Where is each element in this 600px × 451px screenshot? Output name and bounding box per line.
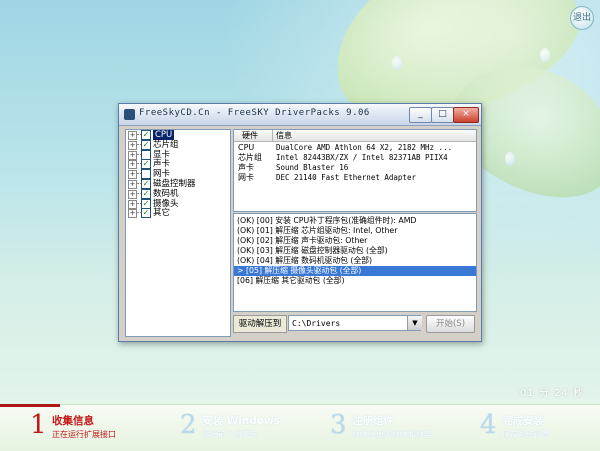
tree-item[interactable]: + ✓ 其它 xyxy=(126,208,230,219)
tree-item-label: 数码机 xyxy=(153,188,179,199)
hardware-type: 声卡 xyxy=(238,163,254,172)
expand-icon[interactable]: + xyxy=(128,160,137,170)
hardware-detail: Intel 82443BX/ZX / Intel 82371AB PIIX4 xyxy=(276,153,448,162)
expand-icon[interactable]: + xyxy=(128,199,137,209)
app-icon xyxy=(124,109,135,120)
log-line[interactable]: (OK) [04] 解压缩 数码机驱动包 (全部) xyxy=(234,256,476,266)
tree-item-label: 芯片组 xyxy=(153,139,179,150)
column-header-info[interactable]: 信息 xyxy=(276,130,292,141)
step-collect-info: 1 收集信息 正在运行扩展接口 xyxy=(30,410,170,446)
hardware-detail: Sound Blaster 16 xyxy=(276,163,349,172)
step-number: 2 xyxy=(180,410,197,440)
tree-item-label: 其它 xyxy=(153,208,171,219)
progress-indicator xyxy=(0,404,60,407)
step-number: 3 xyxy=(330,410,347,440)
tree-item[interactable]: + 网卡 xyxy=(126,169,230,180)
exit-button[interactable]: 退出 xyxy=(570,6,594,30)
checkbox[interactable]: ✓ xyxy=(141,159,151,170)
checkbox[interactable]: ✓ xyxy=(141,130,151,140)
checkbox[interactable]: ✓ xyxy=(141,178,151,189)
step-subtitle: 组件注册的组件和服务 xyxy=(352,430,432,439)
checkbox[interactable]: ✓ xyxy=(141,139,151,150)
hardware-type: 网卡 xyxy=(238,173,254,182)
expand-icon[interactable]: + xyxy=(128,150,137,160)
step-subtitle: 正在运行扩展接口 xyxy=(52,430,116,439)
step-title: 注册组件 xyxy=(352,415,394,427)
tree-item[interactable]: + ✓ CPU xyxy=(126,130,230,140)
checkbox[interactable]: ✓ xyxy=(141,208,151,219)
unpack-label: 驱动解压到 xyxy=(233,315,287,333)
window-title: FreeSkyCD.Cn - FreeSKY DriverPacks 9.06 xyxy=(139,108,370,118)
expand-icon[interactable]: + xyxy=(128,209,137,219)
checkbox[interactable]: ✓ xyxy=(141,198,151,209)
expand-icon[interactable]: + xyxy=(128,140,137,150)
start-button[interactable]: 开始(S) xyxy=(426,315,475,333)
tree-item[interactable]: + ✓ 声卡 xyxy=(126,159,230,170)
tree-item-label: 网卡 xyxy=(153,169,171,180)
hardware-detail: DEC 21140 Fast Ethernet Adapter xyxy=(276,173,416,182)
checkbox[interactable]: ✓ xyxy=(141,188,151,199)
hardware-detail: DualCore AMD Athlon 64 X2, 2182 MHz ... xyxy=(276,143,453,152)
log-line[interactable]: (OK) [03] 解压缩 磁盘控制器驱动包 (全部) xyxy=(234,246,476,256)
minimize-button[interactable]: _ xyxy=(409,107,432,123)
tree-item-label: CPU xyxy=(153,130,175,140)
checkbox[interactable] xyxy=(141,169,151,180)
tree-item-label: 声卡 xyxy=(153,159,171,170)
driverpacks-window: FreeSkyCD.Cn - FreeSKY DriverPacks 9.06 … xyxy=(118,103,482,342)
step-number: 1 xyxy=(30,410,47,440)
expand-icon[interactable]: + xyxy=(128,189,137,199)
log-line[interactable]: (OK) [01] 解压缩 芯片组驱动包: Intel, Other xyxy=(234,226,476,236)
checkbox[interactable] xyxy=(141,149,151,160)
tree-item[interactable]: + ✓ 摄像头 xyxy=(126,198,230,209)
step-title: 收集信息 xyxy=(52,415,94,427)
log-line[interactable]: (OK) [02] 解压缩 声卡驱动包: Other xyxy=(234,236,476,246)
tree-item[interactable]: + ✓ 数码机 xyxy=(126,188,230,199)
log-line[interactable]: (OK) [00] 安装 CPU补丁程序包(准确组件时): AMD xyxy=(234,216,476,226)
step-title: 安装 Windows xyxy=(202,415,280,427)
maximize-button[interactable]: □ xyxy=(431,107,454,123)
task-log-list[interactable]: (OK) [00] 安装 CPU补丁程序包(准确组件时): AMD (OK) [0… xyxy=(233,213,477,312)
expand-icon[interactable]: + xyxy=(128,170,137,180)
step-register-components: 3 注册组件 组件注册的组件和服务 xyxy=(330,410,470,446)
log-line[interactable]: > [05] 解压缩 摄像头驱动包 (全部) xyxy=(234,266,476,276)
hardware-type: 芯片组 xyxy=(238,153,262,162)
tree-item-label: 磁盘控制器 xyxy=(153,178,196,189)
column-header-hardware[interactable]: 硬件 xyxy=(242,130,258,141)
step-title: 完成安装 xyxy=(502,415,544,427)
expand-icon[interactable]: + xyxy=(128,131,137,140)
tree-item[interactable]: + 显卡 xyxy=(126,149,230,160)
info-row[interactable]: 声卡 Sound Blaster 16 xyxy=(234,163,476,173)
unpack-path-input[interactable]: C:\Drivers xyxy=(288,315,421,331)
step-finish-install: 4 完成安装 保存系统设置 xyxy=(480,410,595,446)
info-header: 硬件 信息 xyxy=(234,130,476,142)
unpack-row: 驱动解压到 C:\Drivers ▼ 开始(S) xyxy=(233,314,475,335)
info-row[interactable]: CPU DualCore AMD Athlon 64 X2, 2182 MHz .… xyxy=(234,143,476,153)
info-row[interactable]: 芯片组 Intel 82443BX/ZX / Intel 82371AB PIIX… xyxy=(234,153,476,163)
expand-icon[interactable]: + xyxy=(128,179,137,189)
step-subtitle: 保存系统设置 xyxy=(502,430,550,439)
log-line[interactable]: [06] 解压缩 其它驱动包 (全部) xyxy=(234,276,476,286)
info-row[interactable]: 网卡 DEC 21140 Fast Ethernet Adapter xyxy=(234,173,476,183)
tree-item[interactable]: + ✓ 芯片组 xyxy=(126,139,230,150)
hardware-info-list: 硬件 信息 CPU DualCore AMD Athlon 64 X2, 2182… xyxy=(233,129,477,212)
step-install-windows: 2 安装 Windows 运行前 / 后安装 xyxy=(180,410,320,446)
close-button[interactable]: × xyxy=(453,107,479,123)
hardware-tree[interactable]: + ✓ CPU + ✓ 芯片组 + 显卡 + ✓ 声卡 + 网卡 + ✓ 磁盘控制器 + ✓ 数码机 + ✓ 摄像头 + ✓ 其… xyxy=(125,129,231,337)
elapsed-timer: 01 分 24 秒 xyxy=(520,388,584,399)
title-bar[interactable]: FreeSkyCD.Cn - FreeSKY DriverPacks 9.06 … xyxy=(119,104,481,126)
step-subtitle: 运行前 / 后安装 xyxy=(202,430,258,439)
chevron-down-icon[interactable]: ▼ xyxy=(407,316,422,330)
hardware-type: CPU xyxy=(238,143,255,152)
column-separator xyxy=(272,130,273,141)
step-number: 4 xyxy=(480,410,497,440)
tree-item[interactable]: + ✓ 磁盘控制器 xyxy=(126,178,230,189)
